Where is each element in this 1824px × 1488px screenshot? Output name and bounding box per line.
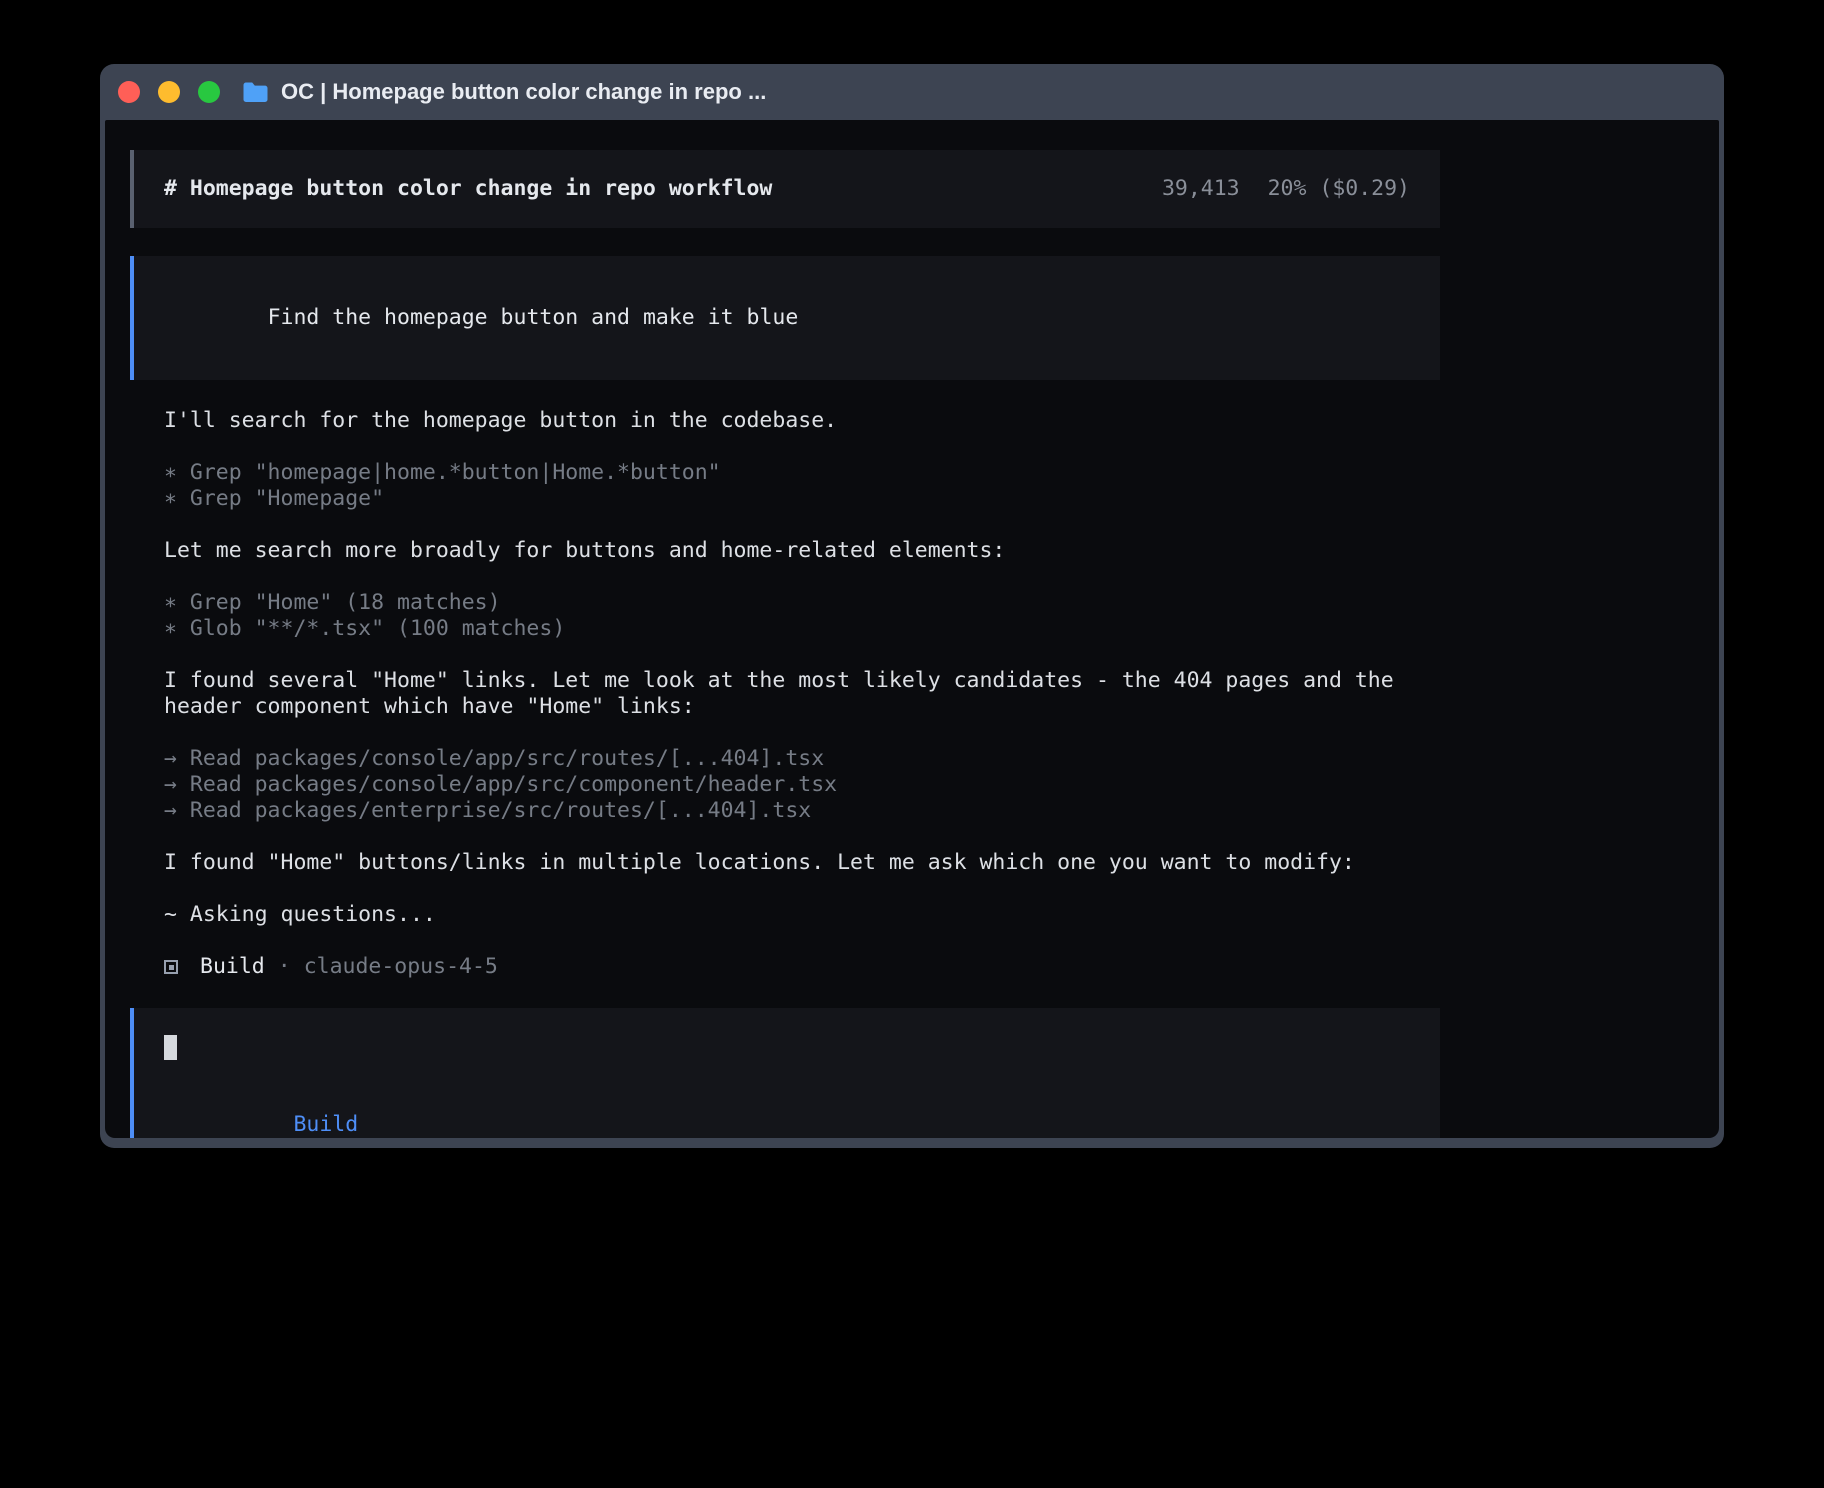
- tool-call-glob: ∗ Glob "**/*.tsx" (100 matches): [164, 616, 1406, 642]
- agent-model: claude-opus-4-5: [304, 954, 498, 980]
- agent-square-icon: [164, 960, 178, 974]
- session-header: # Homepage button color change in repo w…: [130, 150, 1440, 228]
- minimize-button[interactable]: [158, 81, 180, 103]
- window-title: OC | Homepage button color change in rep…: [281, 79, 766, 105]
- folder-icon: [242, 81, 269, 103]
- zoom-button[interactable]: [198, 81, 220, 103]
- input-line[interactable]: [164, 1034, 1410, 1060]
- traffic-lights: [118, 81, 220, 103]
- tool-call-read: → Read packages/console/app/src/routes/[…: [164, 746, 1406, 772]
- tool-call-read: → Read packages/enterprise/src/routes/[.…: [164, 798, 1406, 824]
- context-usage: 20% ($0.29): [1268, 176, 1410, 202]
- tool-call-group: ∗ Grep "Home" (18 matches) ∗ Glob "**/*.…: [164, 590, 1406, 642]
- prompt-input[interactable]: Build Claude Opus 4.5 OpenCode Zen: [130, 1008, 1440, 1138]
- terminal-window: OC | Homepage button color change in rep…: [100, 64, 1724, 1148]
- input-agent-label: Build: [293, 1112, 358, 1137]
- agent-separator: ·: [278, 954, 291, 980]
- tool-call-grep: ∗ Grep "Homepage": [164, 486, 1406, 512]
- terminal-content: # Homepage button color change in repo w…: [105, 120, 1719, 1138]
- conversation: I'll search for the homepage button in t…: [130, 408, 1440, 980]
- session-title: # Homepage button color change in repo w…: [164, 176, 772, 202]
- assistant-paragraph: I found several "Home" links. Let me loo…: [164, 668, 1406, 720]
- text-cursor: [164, 1035, 177, 1060]
- user-message: Find the homepage button and make it blu…: [130, 256, 1440, 380]
- assistant-status: ~ Asking questions...: [164, 902, 1406, 928]
- agent-status-row: Build · claude-opus-4-5: [164, 954, 1406, 980]
- assistant-paragraph: I found "Home" buttons/links in multiple…: [164, 850, 1406, 876]
- tool-call-grep: ∗ Grep "homepage|home.*button|Home.*butt…: [164, 460, 1406, 486]
- user-message-text: Find the homepage button and make it blu…: [268, 305, 799, 330]
- session-stats: 39,413 20% ($0.29): [1162, 176, 1410, 202]
- token-count: 39,413: [1162, 176, 1240, 202]
- titlebar-title-group: OC | Homepage button color change in rep…: [242, 79, 766, 105]
- input-status-row: Build Claude Opus 4.5 OpenCode Zen: [164, 1086, 1410, 1138]
- tool-call-grep: ∗ Grep "Home" (18 matches): [164, 590, 1406, 616]
- agent-name: Build: [200, 954, 265, 980]
- tool-call-group: ∗ Grep "homepage|home.*button|Home.*butt…: [164, 460, 1406, 512]
- assistant-paragraph: Let me search more broadly for buttons a…: [164, 538, 1406, 564]
- tool-call-read: → Read packages/console/app/src/componen…: [164, 772, 1406, 798]
- window-titlebar: OC | Homepage button color change in rep…: [100, 64, 1724, 120]
- close-button[interactable]: [118, 81, 140, 103]
- assistant-paragraph: I'll search for the homepage button in t…: [164, 408, 1406, 434]
- tool-call-group: → Read packages/console/app/src/routes/[…: [164, 746, 1406, 824]
- tui-column: # Homepage button color change in repo w…: [130, 150, 1440, 1138]
